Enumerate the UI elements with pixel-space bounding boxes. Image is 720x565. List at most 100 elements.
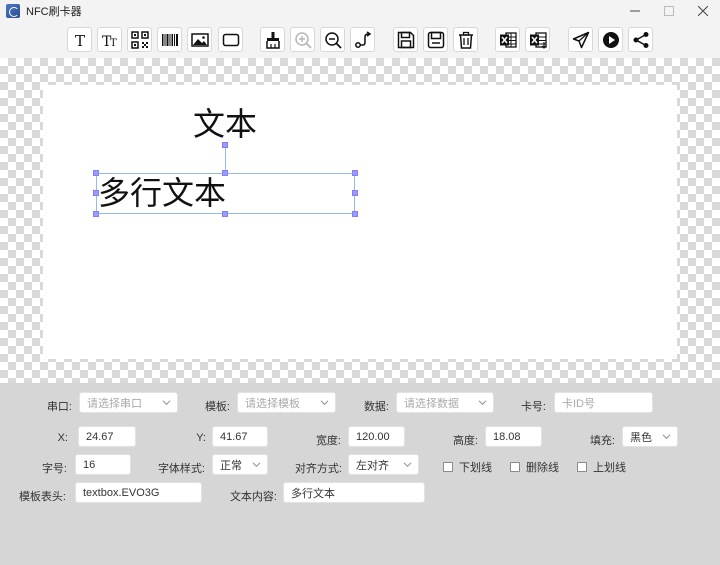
checkbox-box[interactable] — [443, 462, 453, 472]
height-input[interactable]: 18.08 — [485, 426, 542, 447]
resize-handle-top[interactable] — [222, 170, 228, 176]
trash-icon — [458, 31, 473, 49]
qrcode-tool-button[interactable] — [127, 27, 152, 52]
multiline-text-icon: TT — [102, 34, 117, 49]
chevron-down-icon — [252, 462, 261, 468]
template-header-input[interactable]: textbox.EVO3G — [75, 482, 202, 503]
x-input[interactable]: 24.67 — [78, 426, 136, 447]
fill-label: 填充: — [589, 435, 615, 447]
title-bar: NFC刷卡器 — [0, 0, 720, 22]
close-icon — [698, 6, 708, 16]
barcode-icon — [161, 33, 178, 46]
text-element[interactable]: 文本 — [193, 105, 257, 143]
clear-button[interactable] — [260, 27, 285, 52]
resize-handle-bottom-left[interactable] — [93, 211, 99, 217]
zoom-out-icon — [324, 31, 342, 49]
maximize-button[interactable] — [652, 0, 686, 22]
resize-handle-right[interactable] — [352, 190, 358, 196]
overline-checkbox[interactable]: 上划线 — [577, 459, 626, 475]
chevron-down-icon — [662, 434, 671, 440]
rotate-handle[interactable] — [222, 142, 228, 148]
x-label: X: — [57, 432, 68, 444]
save-button[interactable] — [393, 27, 418, 52]
multiline-text-element[interactable]: 多行文本 — [98, 173, 226, 213]
zoom-in-icon — [294, 31, 312, 49]
text-tool-button[interactable]: T — [67, 27, 92, 52]
barcode-tool-button[interactable] — [157, 27, 182, 52]
rectangle-icon — [222, 33, 239, 46]
y-label: Y: — [196, 432, 206, 444]
card-number-label: 卡号: — [520, 401, 546, 413]
font-size-input[interactable]: 16 — [75, 454, 131, 475]
zoom-out-button[interactable] — [320, 27, 345, 52]
fill-select[interactable]: 黑色 — [622, 426, 678, 447]
excel-icon — [499, 31, 517, 48]
data-label: 数据: — [363, 401, 389, 413]
template-select[interactable]: 请选择模板 — [237, 392, 336, 413]
design-canvas[interactable]: 文本 多行文本 — [0, 58, 720, 383]
properties-panel: 串口: 请选择串口 模板: 请选择模板 数据: 请选择数据 卡号: 卡ID号 X… — [0, 383, 720, 565]
strikethrough-checkbox[interactable]: 删除线 — [510, 459, 559, 475]
share-icon — [633, 31, 648, 48]
chevron-down-icon — [162, 400, 171, 406]
brush-icon — [265, 31, 280, 49]
route-button[interactable] — [350, 27, 375, 52]
chevron-down-icon — [403, 462, 412, 468]
svg-text:T: T — [74, 32, 84, 49]
rectangle-tool-button[interactable] — [218, 27, 243, 52]
text-content-label: 文本内容: — [229, 491, 277, 503]
window-controls — [618, 0, 720, 22]
save-icon — [397, 31, 414, 48]
play-icon — [602, 31, 619, 48]
minimize-icon — [630, 10, 640, 12]
chevron-down-icon — [320, 400, 329, 406]
font-style-select[interactable]: 正常 — [212, 454, 268, 475]
data-select[interactable]: 请选择数据 — [396, 392, 494, 413]
route-icon — [354, 30, 371, 48]
checkbox-box[interactable] — [577, 462, 587, 472]
port-label: 串口: — [46, 401, 72, 413]
send-icon — [572, 31, 589, 48]
share-button[interactable] — [628, 27, 653, 52]
save-as-icon — [427, 31, 444, 48]
minimize-button[interactable] — [618, 0, 652, 22]
play-button[interactable] — [598, 27, 623, 52]
close-button[interactable] — [686, 0, 720, 22]
image-tool-button[interactable] — [187, 27, 212, 52]
text-content-input[interactable]: 多行文本 — [283, 482, 425, 503]
template-label: 模板: — [204, 401, 230, 413]
image-icon — [190, 32, 209, 47]
excel-export-button[interactable] — [525, 27, 550, 52]
chevron-down-icon — [478, 400, 487, 406]
underline-checkbox[interactable]: 下划线 — [443, 459, 492, 475]
send-button[interactable] — [568, 27, 593, 52]
excel-export-icon — [529, 31, 547, 49]
delete-button[interactable] — [453, 27, 478, 52]
y-input[interactable]: 41.67 — [212, 426, 268, 447]
window-title: NFC刷卡器 — [26, 6, 82, 18]
height-label: 高度: — [452, 435, 478, 447]
align-label: 对齐方式: — [294, 463, 342, 475]
template-header-label: 模板表头: — [18, 491, 66, 503]
width-label: 宽度: — [315, 435, 341, 447]
rotate-link-line — [225, 145, 226, 173]
font-size-label: 字号: — [41, 463, 67, 475]
card-number-input[interactable]: 卡ID号 — [554, 392, 653, 413]
multiline-text-tool-button[interactable]: TT — [97, 27, 122, 52]
save-as-button[interactable] — [423, 27, 448, 52]
checkbox-box[interactable] — [510, 462, 520, 472]
font-style-label: 字体样式: — [157, 463, 205, 475]
resize-handle-top-left[interactable] — [93, 170, 99, 176]
excel-import-button[interactable] — [495, 27, 520, 52]
align-select[interactable]: 左对齐 — [348, 454, 419, 475]
port-select[interactable]: 请选择串口 — [79, 392, 178, 413]
resize-handle-bottom-right[interactable] — [352, 211, 358, 217]
svg-text:T: T — [110, 38, 117, 49]
zoom-in-button[interactable] — [290, 27, 315, 52]
resize-handle-top-right[interactable] — [352, 170, 358, 176]
width-input[interactable]: 120.00 — [348, 426, 405, 447]
resize-handle-bottom[interactable] — [222, 211, 228, 217]
resize-handle-left[interactable] — [93, 190, 99, 196]
app-logo-icon — [6, 4, 20, 18]
card-surface[interactable]: 文本 多行文本 — [43, 85, 677, 359]
